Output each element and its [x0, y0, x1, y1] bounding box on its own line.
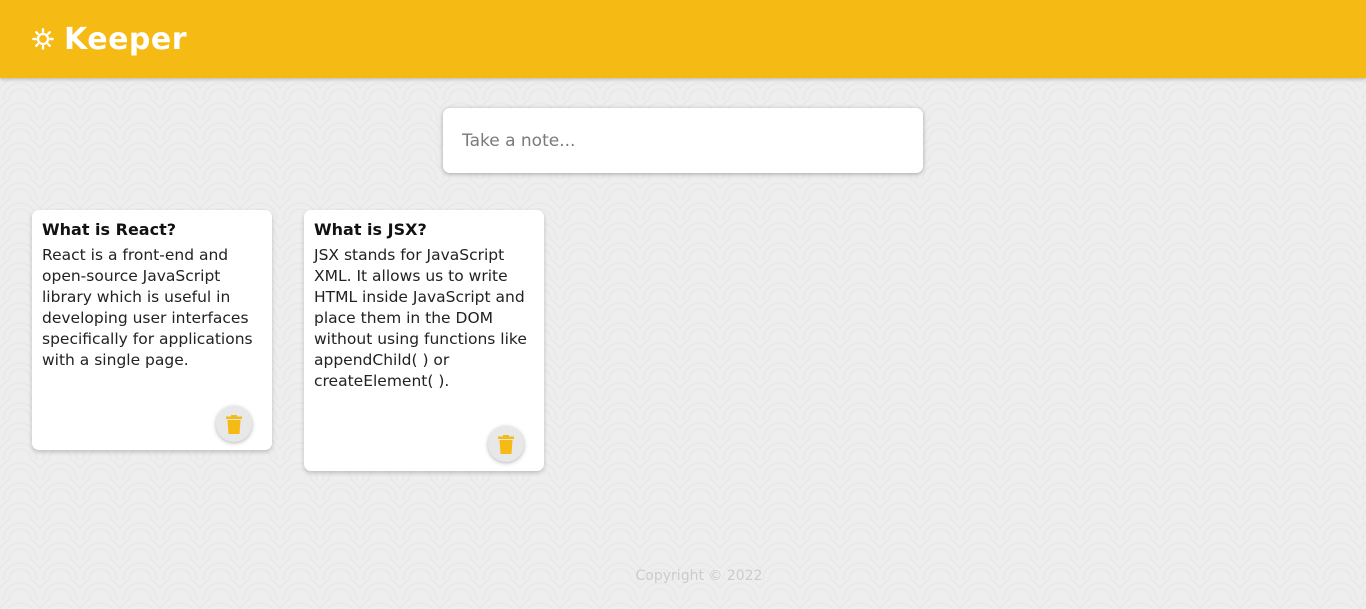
note-title: What is React?: [42, 220, 177, 239]
app-title: Keeper: [64, 21, 188, 57]
footer: Copyright © 2022: [0, 568, 1366, 584]
note-card: What is JSX? JSX stands for JavaScript X…: [304, 210, 544, 471]
trash-icon: [498, 434, 514, 454]
delete-note-button[interactable]: [216, 406, 252, 442]
lightbulb-icon: [32, 28, 54, 50]
trash-icon: [226, 414, 242, 434]
note-content: JSX stands for JavaScript XML. It allows…: [314, 246, 527, 390]
note-input[interactable]: [443, 108, 923, 173]
note-card: What is React? React is a front-end and …: [32, 210, 272, 450]
note-title: What is JSX?: [314, 220, 427, 239]
app-header: Keeper: [0, 0, 1366, 78]
create-note-form: [443, 108, 923, 173]
note-content: React is a front-end and open-source Jav…: [42, 246, 253, 369]
copyright-text: Copyright © 2022: [635, 568, 763, 584]
delete-note-button[interactable]: [488, 426, 524, 462]
